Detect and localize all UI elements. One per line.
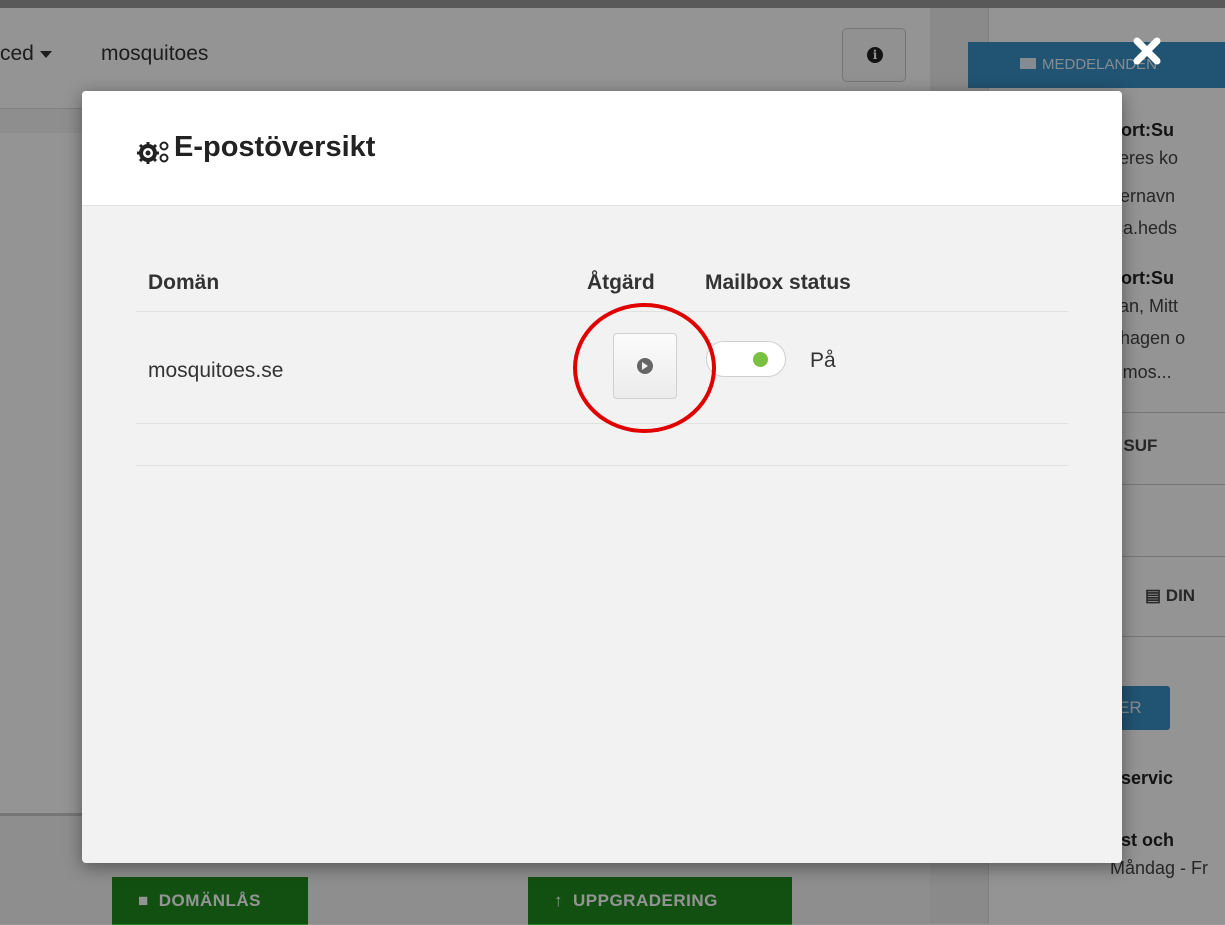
domain-cell: mosquitoes.se (148, 359, 284, 382)
modal-title: E-postöversikt (174, 131, 376, 163)
highlight-annotation-circle (573, 303, 716, 433)
toggle-knob (753, 352, 768, 367)
table-footer-divider (136, 465, 1068, 466)
column-header-domain: Domän (148, 271, 220, 294)
gears-icon (137, 141, 169, 164)
modal-header: E-postöversikt (82, 91, 1122, 206)
table-row-divider (136, 423, 1068, 424)
mailbox-status-label: På (810, 349, 836, 372)
email-overview-modal: E-postöversikt Domän Åtgärd Mailbox stat… (82, 91, 1122, 863)
mailbox-status-toggle[interactable] (706, 341, 786, 377)
column-header-action: Åtgärd (587, 271, 655, 294)
table-header-divider (136, 311, 1068, 312)
close-icon[interactable] (1130, 34, 1164, 68)
column-header-mailbox-status: Mailbox status (705, 271, 851, 294)
